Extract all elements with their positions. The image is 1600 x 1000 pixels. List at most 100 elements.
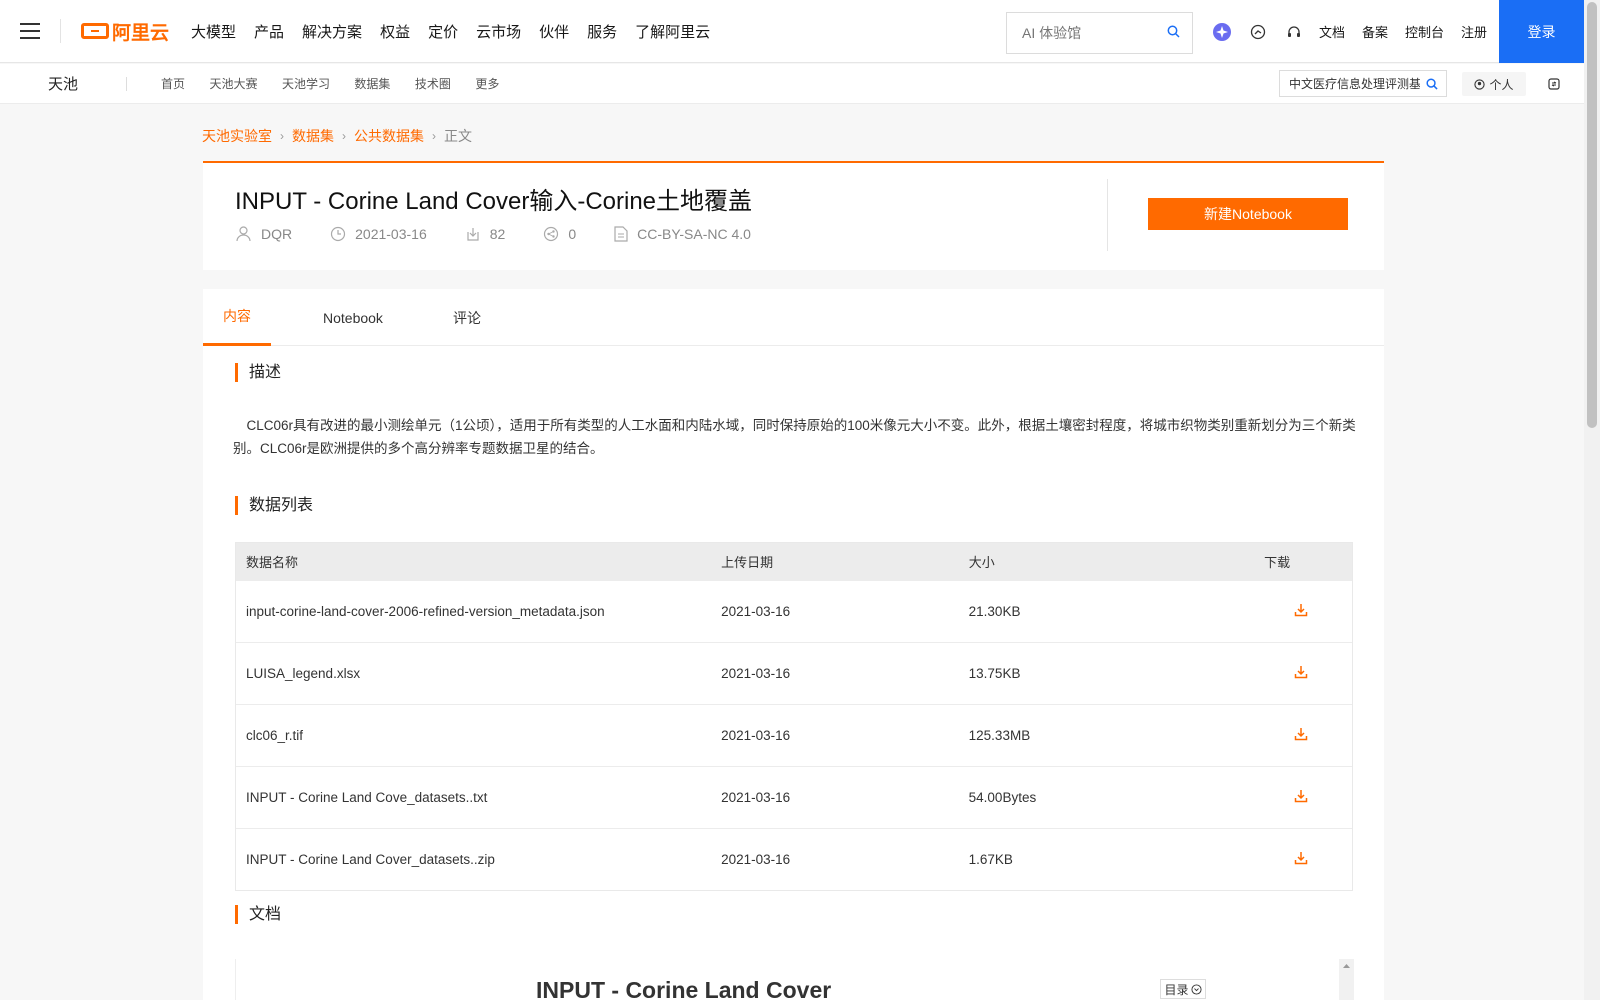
tianchi-search-input[interactable] xyxy=(1280,71,1420,96)
section-title-description: 描述 xyxy=(235,363,281,382)
upload-date: 2021-03-16 xyxy=(355,225,427,242)
subnav-more[interactable]: 更多 xyxy=(475,77,499,91)
breadcrumb: 天池实验室 › 数据集 › 公共数据集 › 正文 xyxy=(202,126,472,146)
doc-scrollbar[interactable] xyxy=(1339,959,1354,1000)
subnav-home[interactable]: 首页 xyxy=(161,77,185,91)
subnav-learning[interactable]: 天池学习 xyxy=(282,77,330,91)
search-input[interactable] xyxy=(1007,14,1157,52)
nav-item[interactable]: 伙伴 xyxy=(539,21,569,42)
col-date: 上传日期 xyxy=(721,555,774,570)
search-icon[interactable] xyxy=(1426,77,1438,95)
nav-item[interactable]: 云市场 xyxy=(476,21,521,42)
nav-item[interactable]: 大模型 xyxy=(191,21,236,42)
user-icon xyxy=(236,226,251,242)
share-icon xyxy=(544,226,559,241)
author-name[interactable]: DQR xyxy=(261,226,292,242)
new-notebook-button[interactable]: 新建Notebook xyxy=(1148,198,1348,230)
doc-preview-frame: INPUT - Corine Land Cover 目录 xyxy=(235,959,1354,1000)
tianchi-search xyxy=(1279,70,1447,97)
headset-icon[interactable] xyxy=(1283,21,1305,43)
file-name: INPUT - Corine Land Cover_datasets..zip xyxy=(246,852,495,867)
nav-item[interactable]: 定价 xyxy=(428,21,458,42)
download-icon[interactable] xyxy=(1264,851,1352,868)
divider xyxy=(60,19,61,43)
file-date: 2021-03-16 xyxy=(721,666,791,681)
dataset-header: INPUT - Corine Land Cover输入-Corine土地覆盖 D… xyxy=(203,161,1384,270)
page-scrollbar[interactable] xyxy=(1584,0,1600,1000)
nav-item[interactable]: 产品 xyxy=(254,21,284,42)
col-download: 下载 xyxy=(1264,555,1291,570)
subnav-tech-circle[interactable]: 技术圈 xyxy=(415,77,451,91)
dataset-description: CLC06r具有改进的最小测绘单元（1公顷），适用于所有类型的人工水面和内陆水域… xyxy=(233,418,1356,456)
tab-content[interactable]: 内容 xyxy=(203,289,271,346)
tianchi-subnav: 天池 首页 天池大赛 天池学习 数据集 技术圈 更多 个人 xyxy=(0,64,1584,104)
ai-assistant-icon[interactable] xyxy=(1211,21,1233,43)
chevron-down-circle-icon xyxy=(1190,983,1202,995)
meta-license: CC-BY-SA-NC 4.0 xyxy=(614,226,751,242)
download-icon[interactable] xyxy=(1264,727,1352,744)
personal-button[interactable]: 个人 xyxy=(1462,72,1526,96)
toc-button[interactable]: 目录 xyxy=(1160,979,1206,999)
switch-icon[interactable] xyxy=(1548,77,1560,95)
chevron-right-icon: › xyxy=(432,129,436,143)
subnav-competition[interactable]: 天池大赛 xyxy=(209,77,257,91)
docs-link[interactable]: 文档 xyxy=(1319,22,1345,41)
download-count-icon xyxy=(467,227,479,241)
divider xyxy=(126,76,127,91)
file-date: 2021-03-16 xyxy=(721,790,791,805)
search-icon[interactable] xyxy=(1167,25,1180,43)
register-link[interactable]: 注册 xyxy=(1461,22,1487,41)
personal-label: 个人 xyxy=(1489,77,1514,92)
file-size: 13.75KB xyxy=(968,666,1021,681)
dashboard-icon[interactable] xyxy=(1247,21,1269,43)
divider xyxy=(1107,179,1108,251)
license: CC-BY-SA-NC 4.0 xyxy=(637,225,751,242)
tab-comments[interactable]: 评论 xyxy=(453,289,481,346)
nav-item[interactable]: 了解阿里云 xyxy=(635,21,710,42)
clock-icon xyxy=(331,226,346,241)
breadcrumb-datasets[interactable]: 数据集 xyxy=(292,126,334,146)
logo-text: 阿里云 xyxy=(112,22,170,44)
breadcrumb-public-datasets[interactable]: 公共数据集 xyxy=(354,126,424,146)
meta-shares: 0 xyxy=(543,226,576,242)
scrollbar-thumb[interactable] xyxy=(1587,2,1597,428)
file-date: 2021-03-16 xyxy=(721,604,791,619)
tianchi-brand[interactable]: 天池 xyxy=(48,73,126,94)
doc-title: INPUT - Corine Land Cover xyxy=(536,977,832,1000)
breadcrumb-lab[interactable]: 天池实验室 xyxy=(202,126,272,146)
share-count: 0 xyxy=(568,225,577,242)
toolbar: 文档 备案 控制台 注册 xyxy=(1211,0,1504,63)
download-icon[interactable] xyxy=(1264,789,1352,806)
sub-nav: 首页 天池大赛 天池学习 数据集 技术圈 更多 xyxy=(161,75,519,93)
nav-item[interactable]: 权益 xyxy=(380,21,410,42)
console-link[interactable]: 控制台 xyxy=(1405,22,1444,41)
download-icon[interactable] xyxy=(1264,665,1352,682)
top-navbar: 阿里云 大模型 产品 解决方案 权益 定价 云市场 伙伴 服务 了解阿里云 文档… xyxy=(0,0,1584,63)
aliyun-logo[interactable]: 阿里云 xyxy=(81,18,169,45)
dataset-title: INPUT - Corine Land Cover输入-Corine土地覆盖 xyxy=(235,188,753,215)
nav-item[interactable]: 服务 xyxy=(587,21,617,42)
file-size: 125.33MB xyxy=(968,728,1031,743)
tab-notebook[interactable]: Notebook xyxy=(323,289,383,346)
content-tabs: 内容 Notebook 评论 xyxy=(203,289,1384,346)
meta-author: DQR xyxy=(235,225,292,242)
user-circle-icon xyxy=(1474,78,1486,90)
table-row: INPUT - Corine Land Cover_datasets..zip … xyxy=(236,828,1352,890)
data-file-table: 数据名称 上传日期 大小 下载 input-corine-land-cover-… xyxy=(235,542,1353,891)
file-name: LUISA_legend.xlsx xyxy=(246,666,361,681)
file-name: input-corine-land-cover-2006-refined-ver… xyxy=(246,604,605,619)
section-title-docs: 文档 xyxy=(235,905,281,924)
file-size: 21.30KB xyxy=(968,604,1021,619)
nav-item[interactable]: 解决方案 xyxy=(302,21,362,42)
beian-link[interactable]: 备案 xyxy=(1362,22,1388,41)
meta-downloads: 82 xyxy=(465,226,505,242)
menu-icon[interactable] xyxy=(0,0,60,63)
scroll-up-icon[interactable] xyxy=(1339,960,1354,972)
col-name: 数据名称 xyxy=(246,555,299,570)
login-button[interactable]: 登录 xyxy=(1499,0,1584,63)
table-row: INPUT - Corine Land Cove_datasets..txt 2… xyxy=(236,766,1352,828)
download-icon[interactable] xyxy=(1264,603,1352,620)
subnav-datasets[interactable]: 数据集 xyxy=(354,77,390,91)
section-title-datalist: 数据列表 xyxy=(235,496,313,515)
table-row: input-corine-land-cover-2006-refined-ver… xyxy=(236,580,1352,642)
